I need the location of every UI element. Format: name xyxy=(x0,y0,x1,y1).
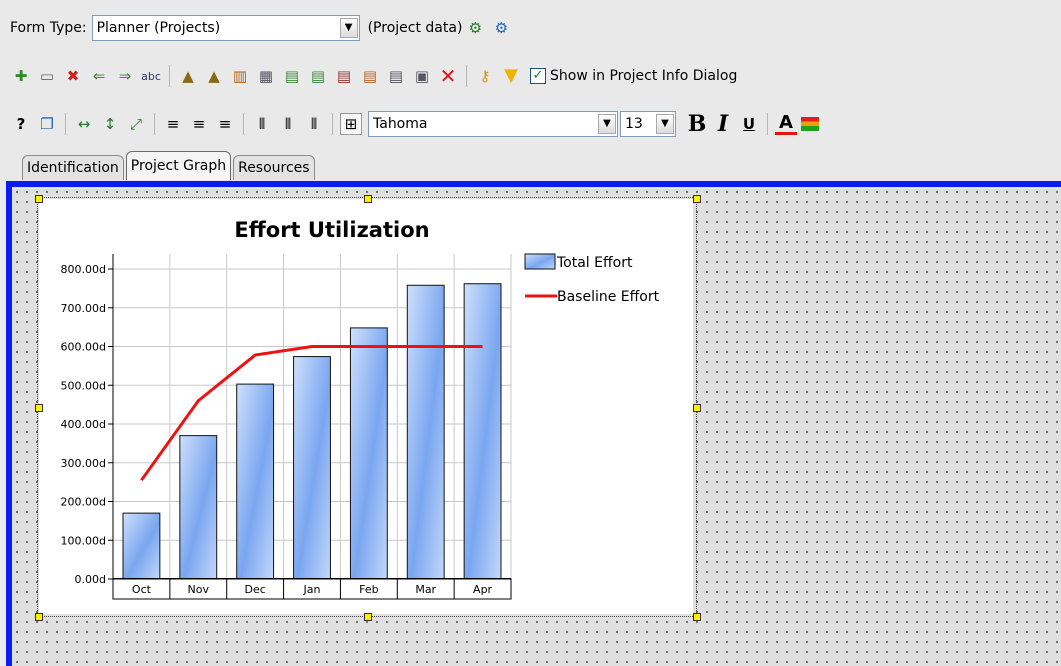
italic-button[interactable]: I xyxy=(712,113,734,135)
fill-color-icon[interactable] xyxy=(801,117,819,131)
resize-handle-tr[interactable] xyxy=(693,195,701,203)
grid-icon-6[interactable]: ▣ xyxy=(411,65,433,87)
format-toolbar: ? ❐ ↔ ↕ ⤢ ≡ ≡ ≡ ⦀ ⦀ ⦀ ⊞ Tahoma ▼ 13 ▼ B … xyxy=(0,107,1061,141)
resize-handle-b[interactable] xyxy=(364,613,372,621)
form-type-select[interactable]: Planner (Projects) ▼ xyxy=(91,15,360,41)
chevron-down-icon[interactable]: ▼ xyxy=(598,114,616,134)
layout-icon-2[interactable]: ▲ xyxy=(203,65,225,87)
form-type-label: Form Type: xyxy=(10,20,87,36)
chevron-down-icon[interactable]: ▼ xyxy=(339,18,358,38)
add-field-icon[interactable]: ✚ xyxy=(10,65,32,87)
font-name-select[interactable]: Tahoma ▼ xyxy=(368,111,618,137)
grid-icon-1[interactable]: ▤ xyxy=(281,65,303,87)
project-data-label: (Project data) xyxy=(367,20,463,36)
separator xyxy=(169,65,170,87)
show-info-checkbox[interactable]: ✓ xyxy=(530,68,546,84)
resize-handle-tl[interactable] xyxy=(35,195,43,203)
align-right-icon[interactable]: ≡ xyxy=(214,113,236,135)
bold-button[interactable]: B xyxy=(686,113,708,135)
key-icon[interactable]: ⚷ xyxy=(474,65,496,87)
chevron-down-icon[interactable]: ▼ xyxy=(656,114,674,134)
project-settings-icon[interactable]: ⚙ xyxy=(490,17,512,39)
delete-field-icon[interactable]: ✖ xyxy=(62,65,84,87)
tab-strip: Identification Project Graph Resources xyxy=(22,150,317,180)
delete-icon[interactable]: ✕ xyxy=(437,65,459,87)
grid-icon-3[interactable]: ▤ xyxy=(333,65,355,87)
align-center-icon[interactable]: ≡ xyxy=(188,113,210,135)
font-color-button[interactable]: A xyxy=(775,113,797,135)
separator xyxy=(65,113,66,135)
separator xyxy=(332,113,333,135)
edit-fields-icon[interactable]: ⚙ xyxy=(464,17,486,39)
grid-icon-5[interactable]: ▤ xyxy=(385,65,407,87)
same-size-icon[interactable]: ⤢ xyxy=(125,113,147,135)
text-field-icon[interactable]: abc xyxy=(140,65,162,87)
move-right-icon[interactable]: ⇒ xyxy=(114,65,136,87)
resize-handle-r[interactable] xyxy=(693,404,701,412)
same-height-icon[interactable]: ↕ xyxy=(99,113,121,135)
table-icon[interactable]: ▦ xyxy=(255,65,277,87)
grid-toggle-icon[interactable]: ⊞ xyxy=(340,113,362,135)
form-type-value: Planner (Projects) xyxy=(96,20,221,36)
grid-icon-2[interactable]: ▤ xyxy=(307,65,329,87)
font-size-select[interactable]: 13 ▼ xyxy=(620,111,676,137)
separator xyxy=(243,113,244,135)
tab-identification[interactable]: Identification xyxy=(22,155,124,180)
resize-handle-t[interactable] xyxy=(364,195,372,203)
separator xyxy=(466,65,467,87)
font-name-value: Tahoma xyxy=(373,116,428,132)
form-type-row: Form Type: Planner (Projects) ▼ (Project… xyxy=(0,14,1061,42)
move-left-icon[interactable]: ⇐ xyxy=(88,65,110,87)
resize-handle-br[interactable] xyxy=(693,613,701,621)
show-info-label: Show in Project Info Dialog xyxy=(550,68,738,84)
field-toolbar: ✚ ▭ ✖ ⇐ ⇒ abc ▲ ▲ ▥ ▦ ▤ ▤ ▤ ▤ ▤ ▣ ✕ ⚷ ▼ … xyxy=(0,62,1061,90)
same-width-icon[interactable]: ↔ xyxy=(73,113,95,135)
grid-icon-4[interactable]: ▤ xyxy=(359,65,381,87)
insert-field-icon[interactable]: ▭ xyxy=(36,65,58,87)
filter-icon[interactable]: ▼ xyxy=(500,65,522,87)
chart-icon[interactable]: ▥ xyxy=(229,65,251,87)
underline-button[interactable]: U xyxy=(738,113,760,135)
distribute-center-icon[interactable]: ⦀ xyxy=(277,113,299,135)
selection-frame xyxy=(37,197,697,617)
align-left-icon[interactable]: ≡ xyxy=(162,113,184,135)
distribute-left-icon[interactable]: ⦀ xyxy=(251,113,273,135)
tab-resources[interactable]: Resources xyxy=(233,155,315,180)
font-size-value: 13 xyxy=(625,116,643,132)
layers-icon[interactable]: ❐ xyxy=(36,113,58,135)
tab-project-graph[interactable]: Project Graph xyxy=(125,151,232,180)
layout-icon-1[interactable]: ▲ xyxy=(177,65,199,87)
separator xyxy=(767,113,768,135)
resize-handle-bl[interactable] xyxy=(35,613,43,621)
separator xyxy=(154,113,155,135)
help-icon[interactable]: ? xyxy=(10,113,32,135)
distribute-right-icon[interactable]: ⦀ xyxy=(303,113,325,135)
resize-handle-l[interactable] xyxy=(35,404,43,412)
